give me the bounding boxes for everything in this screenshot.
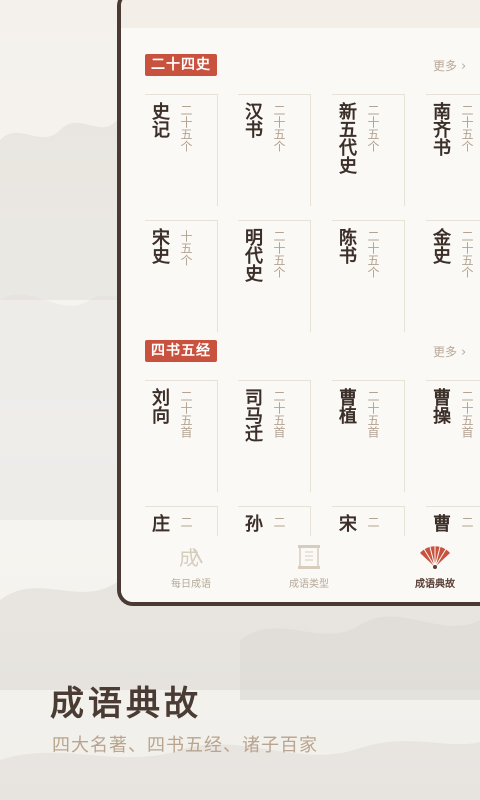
fan-icon (385, 542, 480, 572)
book-card[interactable]: 陈书 二十五个 (332, 220, 405, 338)
book-card[interactable]: 宋史 十五个 (145, 220, 218, 338)
card-divider (238, 506, 310, 507)
book-title: 曹 (430, 514, 451, 532)
book-card[interactable]: 新五代史 二十五个 (332, 94, 405, 212)
book-title: 曹植 (336, 388, 357, 424)
more-link-histories[interactable]: 更多 › (433, 57, 466, 74)
book-title: 金史 (430, 228, 451, 264)
book-title: 刘向 (149, 388, 170, 424)
card-divider (332, 220, 404, 221)
more-label: 更多 (433, 345, 458, 359)
book-card[interactable]: 南齐书 二十五个 (426, 94, 480, 212)
tab-idiom-stories[interactable]: 成语典故 (385, 542, 480, 590)
card-divider (145, 380, 217, 381)
more-link-classics[interactable]: 更多 › (433, 343, 466, 360)
card-divider (332, 380, 404, 381)
idiom-count: 二十五个 (179, 104, 193, 152)
card-divider (426, 506, 480, 507)
book-title: 南齐书 (430, 102, 451, 156)
idiom-count: 二十五个 (272, 104, 286, 152)
svg-text:成: 成 (179, 546, 199, 570)
card-divider (238, 94, 310, 95)
card-divider (238, 220, 310, 221)
bottom-tab-bar: 成 每日成语 成语类型 成语典故 (121, 536, 480, 602)
card-divider (426, 94, 480, 95)
book-card[interactable]: 刘向 二十五首 (145, 380, 218, 498)
book-title: 史记 (149, 102, 170, 138)
headline: 成语典故 (50, 684, 202, 724)
idiom-count: 二 (179, 516, 193, 528)
tab-idiom-types[interactable]: 成语类型 (259, 542, 359, 590)
daily-idiom-icon: 成 (141, 542, 241, 572)
card-divider (145, 506, 217, 507)
idiom-count: 二十五个 (460, 230, 474, 278)
book-title: 孙 (242, 514, 263, 532)
chevron-right-icon: › (461, 345, 467, 360)
book-title: 新五代史 (336, 102, 357, 174)
book-title: 曹操 (430, 388, 451, 424)
scroll-icon (259, 542, 359, 572)
idiom-count: 二十五首 (366, 390, 380, 438)
card-divider (217, 220, 218, 332)
card-divider (238, 380, 310, 381)
book-card[interactable]: 曹操 二十五首 (426, 380, 480, 498)
book-title: 宋 (336, 514, 357, 532)
idiom-count: 十五个 (179, 230, 193, 266)
card-divider (310, 220, 311, 332)
book-title: 宋史 (149, 228, 170, 264)
phone-mockup: 二十四史 更多 › 史记 二十五个 汉书 二十五个 新五代史 二十五个 南齐书 二十五个 宋史 十五… (117, 0, 480, 606)
tab-label: 每日成语 (171, 579, 211, 590)
tab-daily-idiom[interactable]: 成 每日成语 (141, 542, 241, 590)
card-divider (310, 94, 311, 206)
phone-top-bar (121, 0, 480, 28)
card-divider (217, 94, 218, 206)
card-divider (404, 220, 405, 332)
book-card[interactable]: 曹植 二十五首 (332, 380, 405, 498)
idiom-count: 二十五首 (272, 390, 286, 438)
subline: 四大名著、四书五经、诸子百家 (52, 735, 318, 756)
card-divider (426, 380, 480, 381)
section-tag-twenty-four-histories: 二十四史 (145, 54, 217, 76)
book-title: 司马迁 (242, 388, 263, 442)
book-title: 庄 (149, 514, 170, 532)
book-title: 陈书 (336, 228, 357, 264)
tab-label: 成语类型 (289, 579, 329, 590)
book-card[interactable]: 汉书 二十五个 (238, 94, 311, 212)
idiom-count: 二十五个 (366, 230, 380, 278)
card-divider (145, 94, 217, 95)
book-card[interactable]: 司马迁 二十五首 (238, 380, 311, 498)
idiom-count: 二十五首 (179, 390, 193, 438)
book-card[interactable]: 明代史 二十五个 (238, 220, 311, 338)
book-card[interactable]: 史记 二十五个 (145, 94, 218, 212)
card-divider (332, 94, 404, 95)
book-title: 明代史 (242, 228, 263, 282)
card-divider (145, 220, 217, 221)
idiom-count: 二 (272, 516, 286, 528)
idiom-count: 二十五个 (460, 104, 474, 152)
card-divider (332, 506, 404, 507)
card-divider (404, 380, 405, 492)
card-divider (217, 380, 218, 492)
card-divider (426, 220, 480, 221)
tab-label: 成语典故 (415, 579, 455, 590)
card-divider (404, 94, 405, 206)
book-title: 汉书 (242, 102, 263, 138)
book-card[interactable]: 金史 二十五个 (426, 220, 480, 338)
idiom-count: 二十五个 (272, 230, 286, 278)
idiom-count: 二 (460, 516, 474, 528)
card-divider (310, 380, 311, 492)
idiom-count: 二十五个 (366, 104, 380, 152)
idiom-count: 二 (366, 516, 380, 528)
chevron-right-icon: › (461, 59, 467, 74)
section-tag-four-books-five-classics: 四书五经 (145, 340, 217, 362)
more-label: 更多 (433, 59, 458, 73)
idiom-count: 二十五首 (460, 390, 474, 438)
